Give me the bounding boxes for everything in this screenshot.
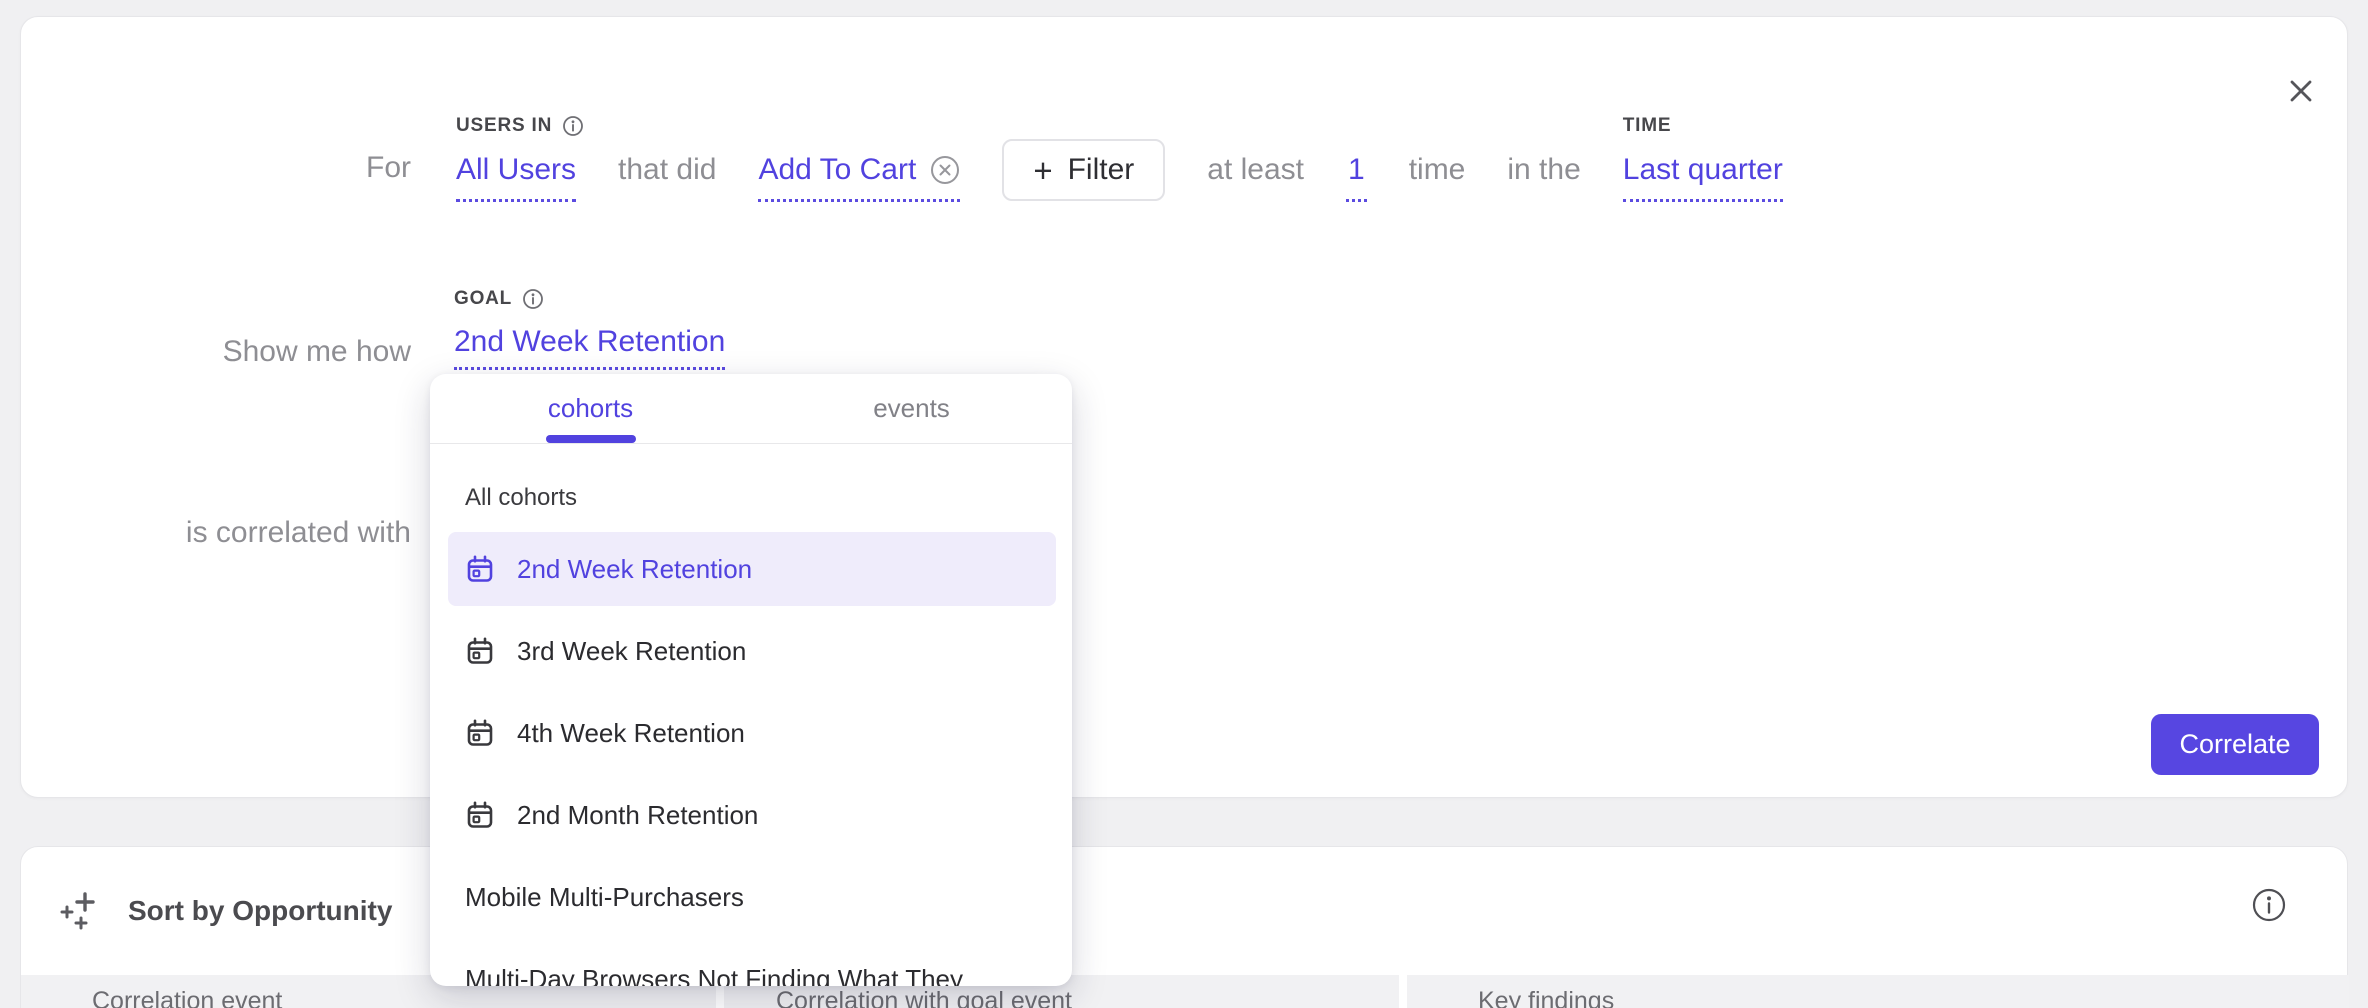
active-tab-indicator: [546, 435, 636, 443]
tab-events-label: events: [873, 393, 950, 424]
list-item-2nd-month-retention[interactable]: 2nd Month Retention: [448, 778, 1056, 852]
is-correlated-with-label: is correlated with: [21, 516, 411, 550]
list-item-3rd-week-retention[interactable]: 3rd Week Retention: [448, 614, 1056, 688]
info-icon[interactable]: [522, 288, 544, 310]
in-the-label: in the: [1507, 153, 1580, 187]
users-in-selector[interactable]: USERS IN All Users: [456, 153, 576, 202]
count-value: 1: [1348, 153, 1365, 187]
calendar-icon: [465, 800, 495, 830]
cohorts-section-label: All cohorts: [465, 484, 1072, 512]
results-table-header: Correlation event Correlation with goal …: [21, 975, 2349, 1008]
goal-label: GOAL: [454, 288, 544, 310]
list-item-label: 2nd Month Retention: [517, 800, 758, 831]
event-selector[interactable]: Add To Cart: [758, 153, 960, 202]
column-header-key-findings[interactable]: Key findings: [1407, 975, 2349, 1008]
for-label: For: [21, 151, 411, 185]
info-icon: [2251, 887, 2287, 923]
list-item-label: Multi-Day Browsers Not Finding What They: [465, 964, 963, 987]
that-did-label: that did: [618, 153, 716, 187]
sort-bar: Sort by Opportunity: [21, 847, 2347, 975]
goal-selector[interactable]: GOAL 2nd Week Retention: [454, 325, 725, 370]
info-icon[interactable]: [562, 115, 584, 137]
list-item-mobile-multi-purchasers[interactable]: Mobile Multi-Purchasers: [448, 860, 1056, 934]
correlate-button[interactable]: Correlate: [2151, 714, 2319, 775]
list-item-multi-day-browsers[interactable]: Multi-Day Browsers Not Finding What They: [448, 942, 1056, 986]
event-value: Add To Cart: [758, 153, 916, 187]
list-item-4th-week-retention[interactable]: 4th Week Retention: [448, 696, 1056, 770]
goal-value: 2nd Week Retention: [454, 325, 725, 359]
panel-info-button[interactable]: [2249, 885, 2289, 925]
time-label-text: TIME: [1623, 115, 1672, 137]
time-label: TIME: [1623, 115, 1672, 137]
sparkles-icon: [58, 889, 102, 933]
add-filter-button[interactable]: + Filter: [1002, 139, 1165, 201]
cohort-list: 2nd Week Retention 3rd Week Retention: [430, 532, 1072, 986]
date-range-value: Last quarter: [1623, 153, 1783, 187]
tab-cohorts[interactable]: cohorts: [430, 374, 751, 443]
query-sentence-row: USERS IN All Users that did Add To Cart …: [456, 139, 1783, 201]
calendar-icon: [465, 554, 495, 584]
list-item-label: Mobile Multi-Purchasers: [465, 882, 744, 913]
show-me-how-label: Show me how: [21, 335, 411, 369]
list-item-label: 3rd Week Retention: [517, 636, 746, 667]
filter-button-label: Filter: [1068, 153, 1135, 187]
at-least-label: at least: [1207, 153, 1304, 187]
users-in-label-text: USERS IN: [456, 115, 552, 137]
tab-events[interactable]: events: [751, 374, 1072, 443]
goal-label-text: GOAL: [454, 288, 512, 310]
goal-picker-dropdown: cohorts events All cohorts 2nd Week Rete…: [430, 374, 1072, 986]
plus-icon: +: [1033, 154, 1052, 187]
calendar-icon: [465, 636, 495, 666]
tab-cohorts-label: cohorts: [548, 393, 633, 424]
all-users-value: All Users: [456, 153, 576, 187]
list-item-2nd-week-retention[interactable]: 2nd Week Retention: [448, 532, 1056, 606]
users-in-label: USERS IN: [456, 115, 584, 137]
results-panel: Sort by Opportunity Correlation event Co…: [20, 846, 2348, 1008]
date-range-selector[interactable]: TIME Last quarter: [1623, 153, 1783, 202]
close-button[interactable]: [2273, 63, 2329, 119]
list-item-label: 2nd Week Retention: [517, 554, 752, 585]
list-item-label: 4th Week Retention: [517, 718, 745, 749]
count-selector[interactable]: 1: [1346, 153, 1367, 202]
remove-event-icon[interactable]: [930, 155, 960, 185]
calendar-icon: [465, 718, 495, 748]
correlation-query-card: For USERS IN All Users that did Add To C…: [20, 16, 2348, 798]
dropdown-tabs: cohorts events: [430, 374, 1072, 444]
time-word-label: time: [1409, 153, 1466, 187]
sort-by-opportunity-label[interactable]: Sort by Opportunity: [128, 895, 392, 927]
close-icon: [2284, 74, 2318, 108]
